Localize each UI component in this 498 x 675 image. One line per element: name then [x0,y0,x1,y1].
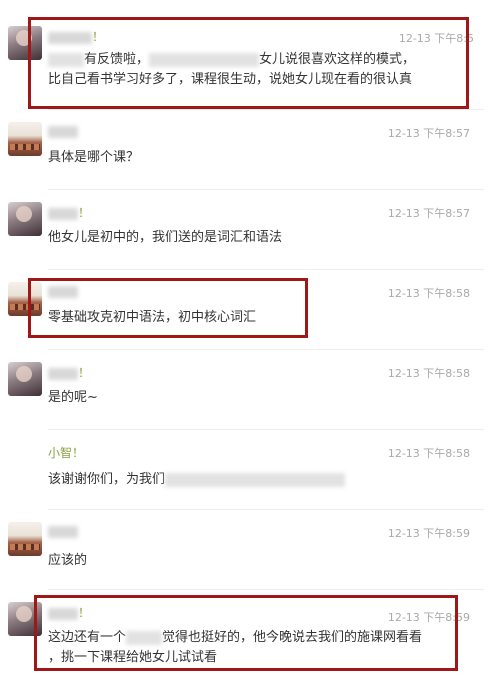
message-time: 12-13 下午8:59 [387,611,470,624]
chat-message: 12-13 下午8:59 应该的 [0,510,498,590]
message-text: 具体是哪个课？ [48,150,140,165]
chat-message: ！ 12-13 下午8:5 有反馈啦， 女儿说很喜欢这样的模式， 比自己看书学习好… [0,0,498,110]
message-time: 12-13 下午8:58 [387,367,470,380]
avatar[interactable] [8,202,42,236]
message-text: 是的呢~ [48,390,98,405]
message-text: 该谢谢你们，为我们 [48,470,346,490]
message-time: 12-13 下午8:5 [398,32,474,45]
avatar[interactable] [8,122,42,156]
avatar[interactable] [8,282,42,316]
sender-name: ！ [48,364,90,381]
avatar[interactable] [8,602,42,636]
message-text: 有反馈啦， 女儿说很喜欢这样的模式， [48,50,415,70]
message-text: 零基础攻克初中语法，初中核心词汇 [48,310,257,325]
sender-name [48,524,78,538]
message-text: 应该的 [48,553,88,568]
message-text: 他女儿是初中的，我们送的是词汇和语法 [48,230,283,245]
avatar[interactable] [8,362,42,396]
message-time: 12-13 下午8:58 [387,287,470,300]
sender-name [48,124,78,138]
message-text: 这边还有一个 觉得也挺好的，他今晚说去我们的施课网看看 [48,630,423,645]
message-time: 12-13 下午8:57 [387,207,470,220]
message-time: 12-13 下午8:57 [387,127,470,140]
sender-name: ！ [48,28,104,45]
avatar[interactable] [8,26,42,60]
avatar[interactable] [8,522,42,556]
chat-message: 小智！ 12-13 下午8:58 该谢谢你们，为我们 [0,430,498,510]
sender-name: ！ [48,604,90,621]
sender-name: ！ [48,204,90,221]
message-text: 比自己看书学习好多了，课程很生动，说她女儿现在看的很认真 [48,72,413,87]
chat-message: 12-13 下午8:58 零基础攻克初中语法，初中核心词汇 [0,270,498,350]
sender-name: 小智！ [48,446,85,460]
message-text: ，挑一下课程给她女儿试试看 [48,650,218,665]
message-time: 12-13 下午8:59 [387,527,470,540]
chat-message: 12-13 下午8:57 具体是哪个课？ [0,110,498,190]
message-time: 12-13 下午8:58 [387,447,470,460]
chat-message: ！ 12-13 下午8:58 是的呢~ [0,350,498,430]
sender-name [48,284,78,298]
chat-message: ！ 12-13 下午8:59 这边还有一个 觉得也挺好的，他今晚说去我们的施课网看… [0,590,498,675]
chat-message: ！ 12-13 下午8:57 他女儿是初中的，我们送的是词汇和语法 [0,190,498,270]
